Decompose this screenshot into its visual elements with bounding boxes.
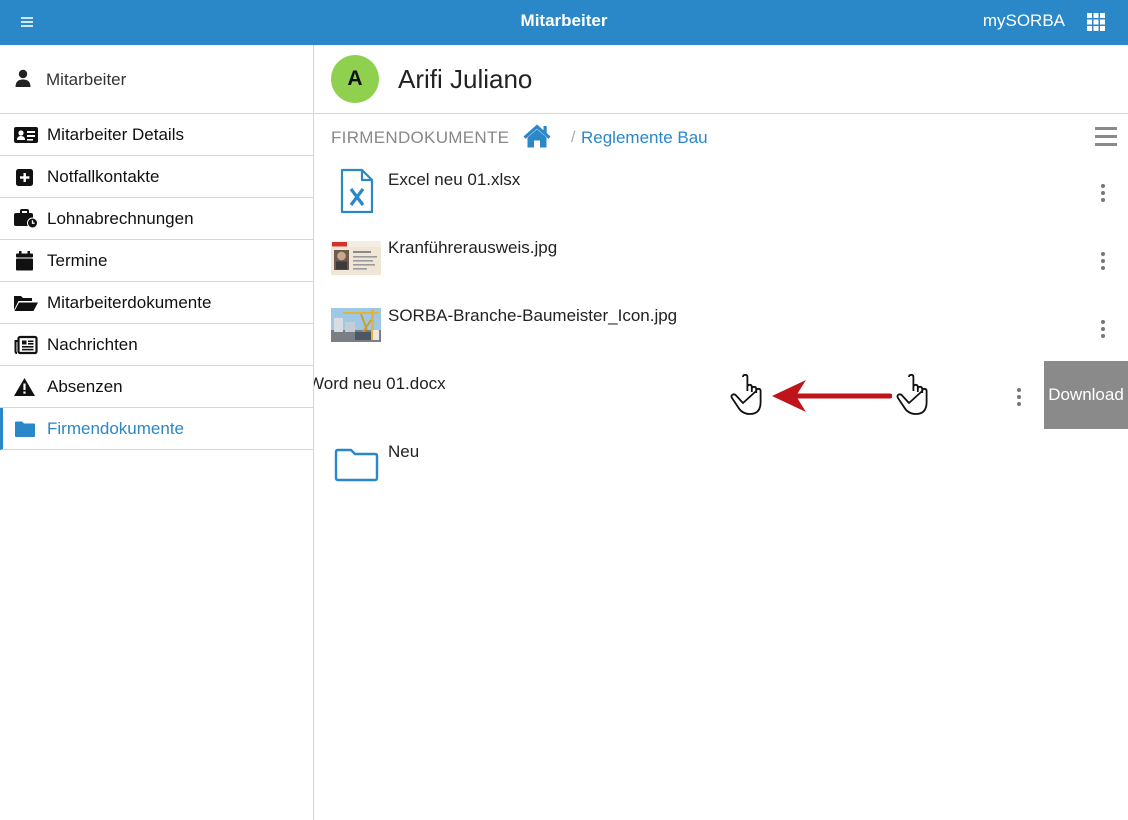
user-icon	[15, 69, 31, 87]
breadcrumb-root: FIRMENDOKUMENTE	[331, 128, 510, 147]
swipe-left-arrow-icon	[772, 380, 892, 412]
sidebar-item-label: Nachrichten	[47, 335, 138, 354]
top-app-bar: Mitarbeiter mySORBA	[0, 0, 1128, 45]
more-options-icon[interactable]	[1098, 251, 1108, 271]
app-title: Mitarbeiter	[520, 11, 608, 30]
breadcrumb: FIRMENDOKUMENTE / Reglemente Bau	[314, 114, 1128, 160]
file-row-swiped[interactable]: Word neu 01.docx Download	[314, 361, 1128, 433]
sidebar-item-nachrichten[interactable]: Nachrichten	[0, 324, 313, 366]
sidebar-item-label: Notfallkontakte	[47, 167, 160, 186]
avatar: A	[331, 55, 379, 103]
sidebar-item-absenzen[interactable]: Absenzen	[0, 366, 313, 408]
sidebar-item-label: Absenzen	[47, 377, 123, 396]
sidebar-header-label: Mitarbeiter	[46, 70, 127, 89]
sidebar-item-label: Lohnabrechnungen	[47, 209, 194, 228]
sidebar-header: Mitarbeiter	[0, 45, 313, 114]
pointing-hand-icon	[730, 374, 762, 415]
calendar-icon	[16, 251, 33, 271]
plus-square-icon	[16, 169, 33, 186]
folder-open-icon	[14, 296, 38, 311]
file-name: Word neu 01.docx	[314, 374, 446, 393]
employee-header: A Arifi Juliano	[314, 45, 1128, 114]
id-card-icon	[14, 127, 38, 143]
id-card-thumbnail	[331, 241, 381, 275]
folder-name: Neu	[388, 442, 420, 461]
briefcase-clock-icon	[14, 209, 38, 229]
file-row[interactable]: Excel neu 01.xlsx	[314, 161, 1128, 229]
sidebar-item-label: Mitarbeiterdokumente	[47, 293, 212, 312]
main-content: A Arifi Juliano FIRMENDOKUMENTE / Reglem…	[314, 45, 1128, 820]
download-button[interactable]: Download	[1044, 361, 1128, 429]
sidebar-item-label: Firmendokumente	[47, 419, 185, 438]
more-options-icon[interactable]	[1098, 319, 1108, 339]
file-row[interactable]: Kranführerausweis.jpg	[314, 229, 1128, 297]
file-name: SORBA-Branche-Baumeister_Icon.jpg	[388, 306, 678, 325]
sidebar-item-label: Mitarbeiter Details	[47, 125, 184, 144]
employee-name: Arifi Juliano	[398, 64, 533, 94]
newspaper-icon	[14, 335, 38, 355]
pointing-hand-icon	[896, 374, 928, 415]
folder-icon	[15, 421, 35, 437]
file-row[interactable]: SORBA-Branche-Baumeister_Icon.jpg	[314, 297, 1128, 365]
construction-thumbnail	[331, 308, 381, 342]
sidebar-item-termine[interactable]: Termine	[0, 240, 313, 282]
warning-icon	[14, 378, 35, 396]
sidebar-item-mitarbeiterdokumente[interactable]: Mitarbeiterdokumente	[0, 282, 313, 324]
breadcrumb-separator: /	[571, 129, 576, 146]
list-menu-icon[interactable]	[1094, 126, 1118, 148]
breadcrumb-current[interactable]: Reglemente Bau	[581, 128, 708, 148]
sidebar-item-mitarbeiter-details[interactable]: Mitarbeiter Details	[0, 114, 313, 156]
brand-label[interactable]: mySORBA	[983, 11, 1065, 31]
sidebar-item-lohnabrechnungen[interactable]: Lohnabrechnungen	[0, 198, 313, 240]
excel-file-icon	[340, 168, 374, 214]
more-options-icon[interactable]	[1098, 183, 1108, 203]
sidebar-item-notfallkontakte[interactable]: Notfallkontakte	[0, 156, 313, 198]
folder-row[interactable]: Neu	[314, 433, 1128, 501]
apps-grid-icon[interactable]	[1086, 12, 1106, 32]
sidebar-item-label: Termine	[47, 251, 108, 270]
home-icon[interactable]	[523, 123, 551, 149]
more-options-icon[interactable]	[1014, 387, 1024, 407]
folder-icon	[334, 448, 379, 482]
sidebar: Mitarbeiter Mitarbeiter Details Notfallk…	[0, 45, 314, 820]
file-name: Kranführerausweis.jpg	[388, 238, 558, 257]
file-name: Excel neu 01.xlsx	[388, 170, 521, 189]
sidebar-item-firmendokumente[interactable]: Firmendokumente	[0, 408, 313, 450]
